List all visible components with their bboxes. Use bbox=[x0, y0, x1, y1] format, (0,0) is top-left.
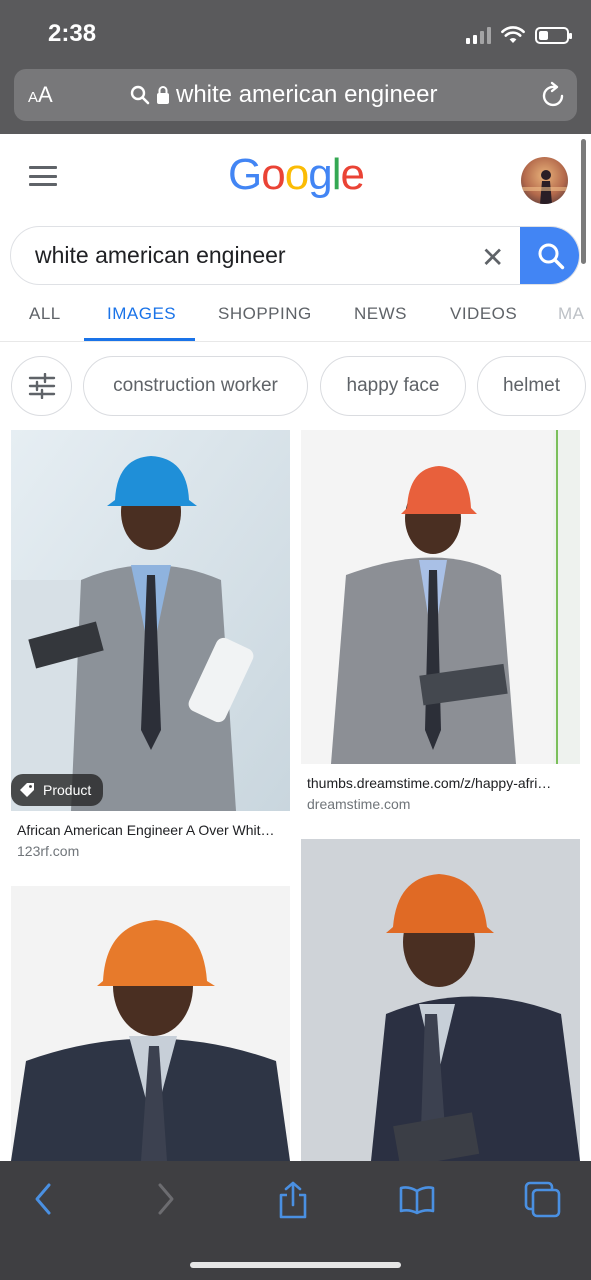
logo-letter: o bbox=[261, 150, 286, 199]
result-image[interactable] bbox=[301, 839, 580, 1161]
screen: 2:38 AA white american engineer Google w… bbox=[0, 0, 591, 1280]
wifi-icon bbox=[501, 26, 525, 43]
menu-icon[interactable] bbox=[29, 166, 57, 186]
reload-icon[interactable] bbox=[541, 81, 567, 109]
forward-icon[interactable] bbox=[154, 1181, 178, 1217]
active-tab-indicator bbox=[84, 338, 195, 341]
search-input[interactable]: white american engineer bbox=[35, 242, 286, 269]
result-image[interactable] bbox=[11, 430, 290, 811]
url-display[interactable]: white american engineer bbox=[130, 81, 437, 109]
chip-construction-worker[interactable]: construction worker bbox=[83, 356, 308, 416]
result-title[interactable]: African American Engineer A Over Whit… bbox=[17, 822, 275, 838]
tab-news[interactable]: NEWS bbox=[354, 304, 407, 324]
clear-icon[interactable]: ✕ bbox=[481, 241, 504, 274]
reader-options-button[interactable]: AA bbox=[28, 82, 53, 108]
back-icon[interactable] bbox=[31, 1181, 55, 1217]
logo-letter: e bbox=[340, 150, 365, 199]
lock-icon bbox=[157, 86, 169, 104]
search-button[interactable] bbox=[520, 227, 579, 284]
home-indicator[interactable] bbox=[190, 1262, 401, 1268]
share-icon[interactable] bbox=[277, 1181, 309, 1219]
url-text: white american engineer bbox=[176, 81, 438, 108]
google-logo[interactable]: Google bbox=[228, 150, 365, 200]
result-source[interactable]: 123rf.com bbox=[17, 843, 79, 859]
avatar[interactable] bbox=[521, 157, 568, 204]
tabs-icon[interactable] bbox=[524, 1181, 562, 1219]
result-image[interactable] bbox=[11, 886, 290, 1161]
cellular-signal-icon bbox=[466, 26, 491, 44]
tune-icon bbox=[28, 373, 55, 399]
address-bar[interactable]: AA white american engineer bbox=[14, 69, 577, 121]
filter-button[interactable] bbox=[11, 356, 72, 416]
logo-letter: o bbox=[284, 150, 310, 199]
status-icons bbox=[466, 24, 572, 46]
search-icon bbox=[538, 243, 564, 269]
bookmarks-icon[interactable] bbox=[399, 1185, 435, 1215]
tab-maps-partial[interactable]: MA bbox=[558, 304, 585, 324]
tab-videos[interactable]: VIDEOS bbox=[450, 304, 517, 324]
safari-top-bar: 2:38 AA white american engineer bbox=[0, 0, 591, 134]
tab-all[interactable]: ALL bbox=[29, 304, 61, 324]
product-badge: Product bbox=[11, 774, 104, 806]
search-icon bbox=[130, 85, 150, 105]
tag-icon bbox=[20, 783, 34, 797]
chip-happy-face[interactable]: happy face bbox=[320, 356, 466, 416]
tab-shopping[interactable]: SHOPPING bbox=[218, 304, 312, 324]
logo-letter: G bbox=[228, 150, 262, 199]
search-box[interactable]: white american engineer ✕ bbox=[10, 226, 580, 285]
page-scrollbar[interactable] bbox=[581, 139, 586, 264]
result-image[interactable] bbox=[301, 430, 580, 764]
search-tabs: ALL IMAGES SHOPPING NEWS VIDEOS MA bbox=[0, 290, 591, 342]
safari-toolbar bbox=[0, 1161, 591, 1280]
status-time: 2:38 bbox=[48, 20, 97, 47]
result-title[interactable]: thumbs.dreamstime.com/z/happy-afri… bbox=[307, 775, 551, 791]
battery-icon bbox=[535, 26, 572, 44]
chip-helmet[interactable]: helmet bbox=[477, 356, 586, 416]
tab-images[interactable]: IMAGES bbox=[107, 304, 176, 324]
logo-letter: g bbox=[308, 150, 333, 199]
result-source[interactable]: dreamstime.com bbox=[307, 796, 410, 812]
